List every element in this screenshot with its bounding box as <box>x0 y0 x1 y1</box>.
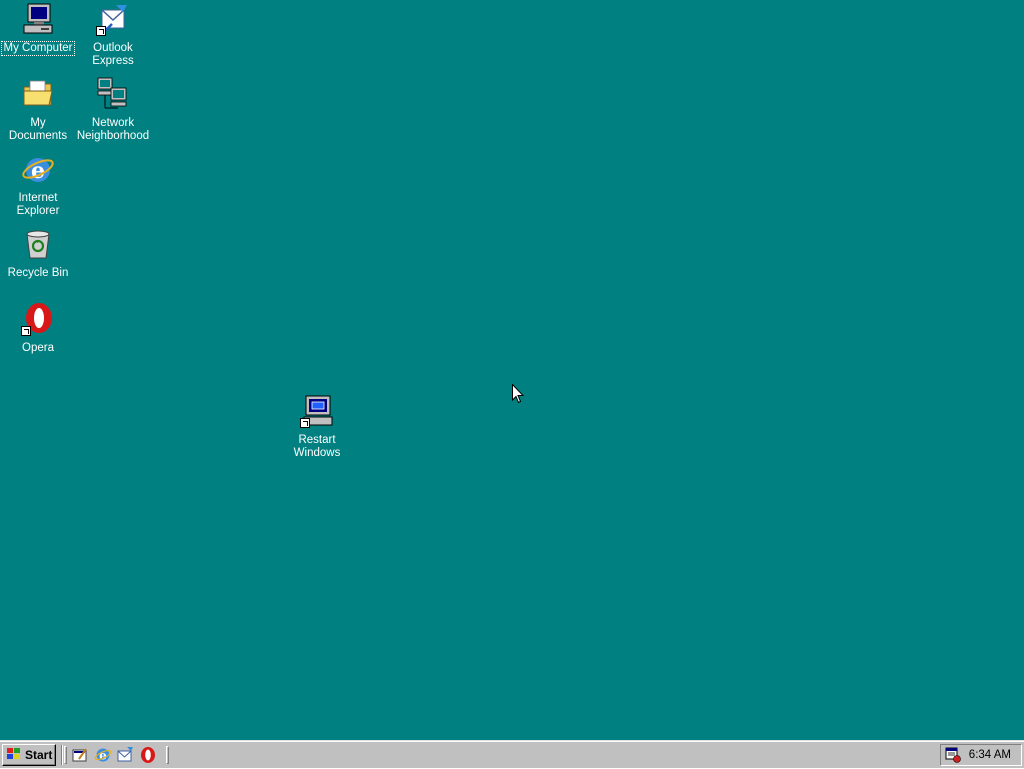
internet-explorer-icon: e <box>21 152 55 186</box>
quick-launch-grip[interactable] <box>64 746 67 764</box>
desktop-icon-recycle-bin[interactable]: Recycle Bin <box>0 227 76 281</box>
desktop-icon-network-neighborhood[interactable]: Network Neighborhood <box>75 77 151 144</box>
desktop-icon-label: Recycle Bin <box>7 267 69 279</box>
internet-explorer-icon: e <box>94 748 112 768</box>
my-documents-icon <box>21 77 55 111</box>
desktop-icon-label: Outlook Express <box>92 42 134 67</box>
show-desktop-icon <box>71 748 89 768</box>
scheduler-icon[interactable] <box>945 747 961 763</box>
system-tray: 6:34 AM <box>940 744 1022 766</box>
quick-launch-outlook-express[interactable] <box>116 746 134 764</box>
desktop[interactable]: My Computer Outlook Express My Documents <box>0 0 1024 740</box>
taskbar: Start e 6:34 AM <box>0 740 1024 768</box>
recycle-bin-icon <box>21 227 55 261</box>
quick-launch-show-desktop[interactable] <box>71 746 89 764</box>
network-neighborhood-icon <box>96 77 130 111</box>
start-button[interactable]: Start <box>2 744 56 766</box>
desktop-icon-label: My Documents <box>8 117 68 142</box>
shortcut-arrow-icon <box>21 326 31 336</box>
desktop-icon-label: Internet Explorer <box>16 192 60 217</box>
taskbar-divider <box>61 745 63 765</box>
restart-windows-icon <box>300 394 334 428</box>
outlook-express-icon <box>116 747 134 768</box>
shortcut-arrow-icon <box>300 418 310 428</box>
clock[interactable]: 6:34 AM <box>969 749 1011 761</box>
opera-icon <box>21 302 55 336</box>
quick-launch-opera[interactable] <box>139 746 157 764</box>
desktop-icon-label: Network Neighborhood <box>76 117 150 142</box>
mouse-cursor-icon <box>512 383 525 404</box>
opera-icon <box>139 747 157 768</box>
windows-logo-icon <box>6 747 22 764</box>
desktop-icon-restart-windows[interactable]: Restart Windows <box>279 394 355 461</box>
desktop-icon-label: My Computer <box>1 41 75 56</box>
task-area-grip[interactable] <box>166 746 169 764</box>
desktop-icon-internet-explorer[interactable]: e Internet Explorer <box>0 152 76 219</box>
desktop-icon-my-computer[interactable]: My Computer <box>0 2 76 56</box>
my-computer-icon <box>21 2 55 36</box>
desktop-icon-opera[interactable]: Opera <box>0 302 76 356</box>
desktop-icon-label: Opera <box>22 342 54 354</box>
start-label: Start <box>25 748 53 762</box>
shortcut-arrow-icon <box>96 26 106 36</box>
desktop-icon-my-documents[interactable]: My Documents <box>0 77 76 144</box>
desktop-icon-outlook-express[interactable]: Outlook Express <box>75 2 151 69</box>
quick-launch-internet-explorer[interactable]: e <box>94 746 112 764</box>
desktop-icon-label: Restart Windows <box>293 434 341 459</box>
outlook-express-icon <box>96 2 130 36</box>
